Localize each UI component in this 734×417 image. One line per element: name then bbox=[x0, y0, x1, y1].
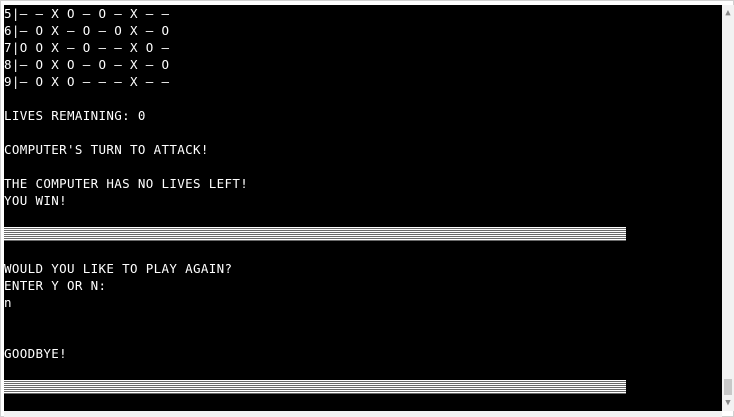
play-again-text: WOULD YOU LIKE TO PLAY AGAIN? bbox=[4, 261, 233, 276]
vertical-scrollbar[interactable]: ▲ ▼ bbox=[722, 5, 734, 411]
board-row-9: 9|— O X O — — — X — — bbox=[4, 74, 170, 89]
scroll-up-arrow-icon[interactable]: ▲ bbox=[722, 5, 734, 21]
board-row-6: 6|— O X — O — O X — O bbox=[4, 23, 170, 38]
separator-bar bbox=[4, 227, 626, 241]
no-lives-text: THE COMPUTER HAS NO LIVES LEFT! bbox=[4, 176, 249, 191]
horizontal-scrollbar[interactable] bbox=[4, 411, 722, 417]
turn-text: COMPUTER'S TURN TO ATTACK! bbox=[4, 142, 209, 157]
scroll-down-arrow-icon[interactable]: ▼ bbox=[722, 395, 734, 411]
board-row-5: 5|— — X O — O — X — — bbox=[4, 6, 170, 21]
input-prompt: ENTER Y OR N: bbox=[4, 278, 107, 293]
win-text: YOU WIN! bbox=[4, 193, 68, 208]
board-row-8: 8|— O X O — O — X — O bbox=[4, 57, 170, 72]
lives-remaining-text: LIVES REMAINING: 0 bbox=[4, 108, 146, 123]
scroll-thumb[interactable] bbox=[724, 379, 732, 395]
goodbye-text: GOODBYE! bbox=[4, 346, 68, 361]
separator-bar bbox=[4, 380, 626, 394]
terminal-output[interactable]: 5|— — X O — O — X — — 6|— O X — O — O X … bbox=[4, 5, 722, 411]
board-row-7: 7|O O X — O — — X O — bbox=[4, 40, 170, 55]
console-window: 5|— — X O — O — X — — 6|— O X — O — O X … bbox=[0, 0, 734, 417]
user-input-text[interactable]: n bbox=[4, 294, 12, 311]
